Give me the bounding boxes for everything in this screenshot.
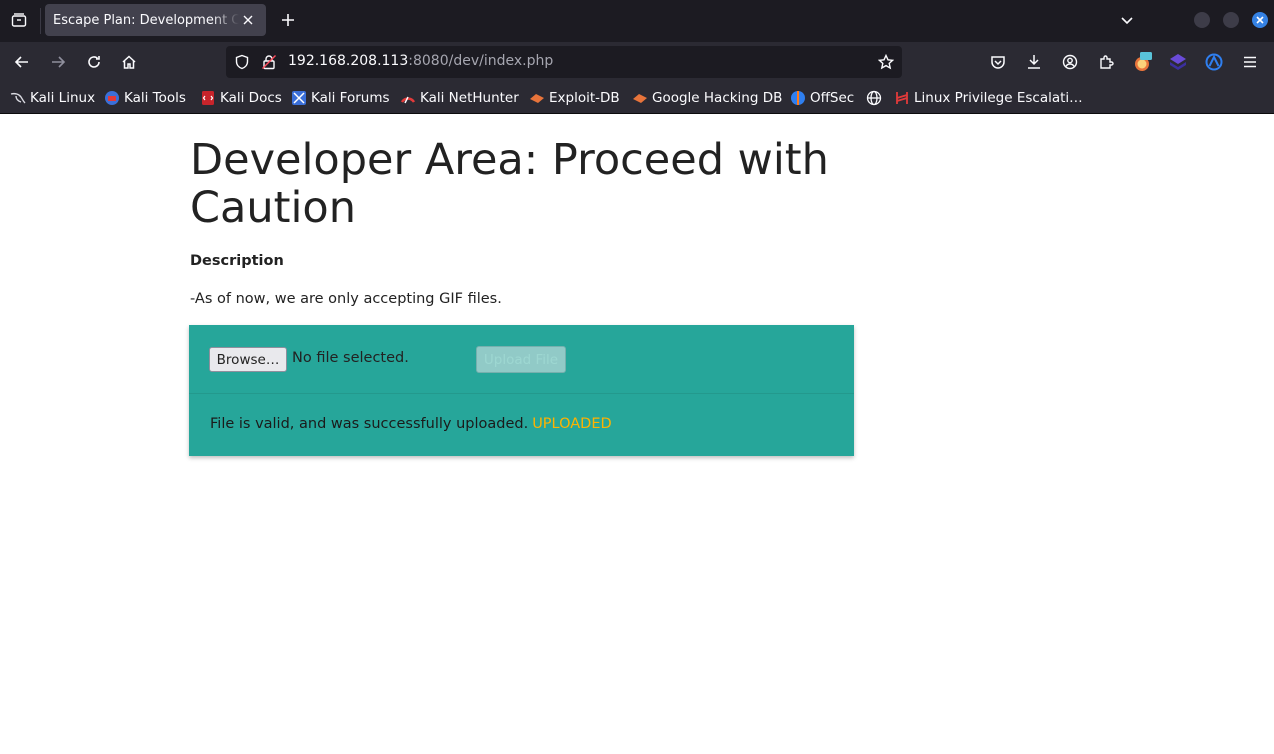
kali-nethunter-icon [400,90,416,106]
url-text[interactable]: 192.168.208.113:8080/dev/index.php [288,53,553,69]
card-divider [189,393,854,394]
bookmark-label: Exploit-DB [549,90,620,106]
bookmark-kali-tools[interactable]: Kali Tools [104,88,186,108]
blue-extension-icon[interactable] [1204,52,1224,72]
upload-file-button[interactable]: Upload File [476,346,566,373]
bookmark-exploit-db[interactable]: Exploit-DB [529,88,620,108]
page-viewport: Developer Area: Proceed with Caution Des… [0,114,1274,754]
exploit-db-icon [529,90,545,106]
bookmark-linux-privilege-escalation[interactable]: Linux Privilege Escalati… [894,88,1083,108]
burp-extension-icon[interactable] [1132,52,1152,72]
minimize-window-button[interactable] [1194,12,1210,28]
active-tab[interactable]: Escape Plan: Development C [45,4,266,36]
bookmark-kali-nethunter[interactable]: Kali NetHunter [400,88,519,108]
tab-list-icon[interactable] [8,10,30,30]
account-icon[interactable] [1060,52,1080,72]
new-tab-icon[interactable] [278,10,298,30]
description-label: Description [190,253,284,269]
navigation-bar: 192.168.208.113:8080/dev/index.php [0,42,1274,82]
address-bar[interactable]: 192.168.208.113:8080/dev/index.php [226,46,902,78]
page-title: Developer Area: Proceed with Caution [190,135,829,233]
description-text: -As of now, we are only accepting GIF fi… [190,291,502,307]
upload-result-message: File is valid, and was successfully uplo… [210,416,612,432]
download-icon[interactable] [1024,52,1044,72]
close-window-button[interactable] [1252,12,1268,28]
bookmark-star-icon[interactable] [876,52,896,72]
purple-extension-icon[interactable] [1168,52,1188,72]
bookmark-globe[interactable] [866,88,886,108]
home-icon[interactable] [119,52,139,72]
tab-separator [40,8,41,34]
bookmark-label: Kali Linux [30,90,96,106]
bookmark-kali-linux[interactable]: Kali Linux [10,88,95,108]
tab-title: Escape Plan: Development C [53,12,239,28]
bookmark-label: Google Hacking DB [652,90,783,106]
bookmark-kali-docs[interactable]: Kali Docs [200,88,282,108]
tab-bar: Escape Plan: Development C [0,0,1274,42]
bookmark-label: Kali Docs [220,90,282,106]
insecure-lock-icon[interactable] [259,52,279,72]
kali-forums-icon [291,90,307,106]
kali-docs-icon [200,90,216,106]
chevron-down-icon[interactable] [1117,10,1137,30]
uploaded-status-badge: UPLOADED [532,416,612,432]
hamburger-menu-icon[interactable] [1240,52,1260,72]
browse-button[interactable]: Browse… [209,347,287,372]
bookmark-google-hacking-db[interactable]: Google Hacking DB [632,88,782,108]
url-host: 192.168.208.113 [288,53,409,69]
bookmark-label: Kali Forums [311,90,390,106]
bookmark-label: Kali Tools [124,90,186,106]
offsec-icon [790,90,806,106]
kali-tools-icon [104,90,120,106]
forward-arrow-icon[interactable] [48,52,68,72]
bookmark-label: Kali NetHunter [420,90,519,106]
kali-dragon-icon [10,90,26,106]
hacktricks-icon [894,90,910,106]
file-status-text: No file selected. [292,350,409,366]
shield-icon[interactable] [232,52,252,72]
extensions-icon[interactable] [1096,52,1116,72]
bookmark-kali-forums[interactable]: Kali Forums [291,88,390,108]
maximize-window-button[interactable] [1223,12,1239,28]
bookmark-offsec[interactable]: OffSec [790,88,854,108]
upload-card: Browse… No file selected. Upload File Fi… [189,325,854,456]
globe-icon [866,90,882,106]
bookmark-label: Linux Privilege Escalati… [914,90,1083,106]
bookmark-label: OffSec [810,90,855,106]
upload-result-text: File is valid, and was successfully uplo… [210,416,529,432]
back-arrow-icon[interactable] [12,52,32,72]
bookmarks-toolbar: Kali Linux Kali Tools Kali Docs Kali For… [0,82,1274,114]
url-path: :8080/dev/index.php [408,53,554,69]
ghdb-icon [632,90,648,106]
pocket-icon[interactable] [988,52,1008,72]
reload-icon[interactable] [84,52,104,72]
close-tab-icon[interactable] [240,12,256,28]
